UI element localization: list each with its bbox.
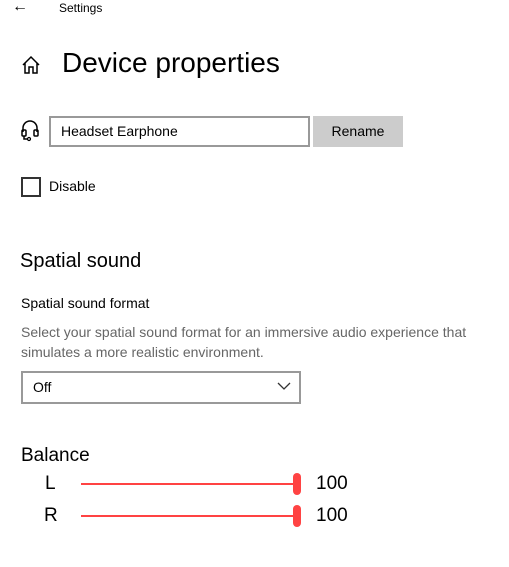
right-value: 100 [316, 505, 348, 526]
spatial-format-label: Spatial sound format [21, 295, 150, 311]
balance-heading: Balance [21, 445, 90, 466]
spatial-sound-heading: Spatial sound [20, 250, 142, 272]
left-value: 100 [316, 473, 348, 494]
left-slider-track[interactable] [81, 483, 297, 485]
disable-checkbox[interactable] [21, 177, 41, 197]
chevron-down-icon [277, 382, 291, 390]
right-channel-label: R [44, 505, 58, 526]
page-title: Device properties [62, 47, 280, 78]
spatial-description: Select your spatial sound format for an … [21, 324, 467, 360]
home-icon[interactable] [20, 54, 42, 76]
selected-value: Off [33, 379, 52, 395]
headset-icon [21, 120, 39, 142]
spatial-format-dropdown[interactable]: Off [21, 371, 301, 404]
disable-label: Disable [49, 178, 96, 194]
device-name-input[interactable]: Headset Earphone [49, 116, 310, 147]
right-slider-track[interactable] [81, 515, 297, 517]
back-button[interactable]: ← [12, 0, 28, 16]
right-slider-thumb[interactable] [293, 505, 301, 527]
left-slider-thumb[interactable] [293, 473, 301, 495]
arrow-left-icon: ← [12, 0, 28, 15]
app-title: Settings [59, 1, 103, 15]
rename-button[interactable]: Rename [313, 116, 403, 147]
left-channel-label: L [45, 473, 56, 494]
